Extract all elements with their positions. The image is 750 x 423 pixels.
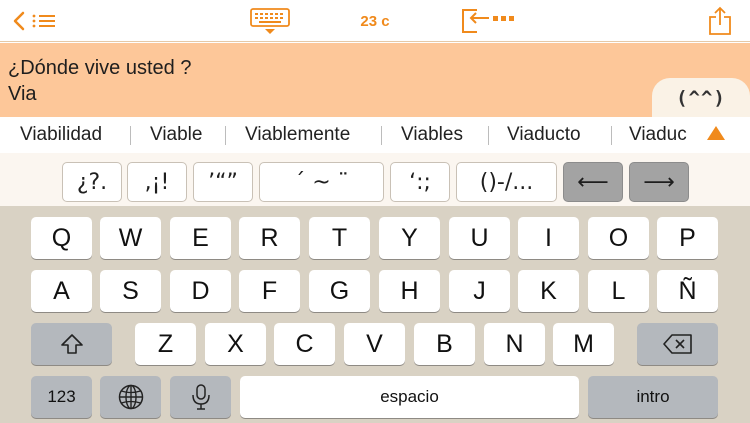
keyboard-hide-button[interactable] <box>248 0 292 42</box>
cursor-right-button[interactable]: ⟶ <box>629 162 689 202</box>
suggestion-item[interactable]: Viabilidad <box>20 117 102 153</box>
key-o[interactable]: O <box>588 217 649 259</box>
key-e[interactable]: E <box>170 217 231 259</box>
character-count: 23 c <box>360 12 390 30</box>
key-z[interactable]: Z <box>135 323 196 365</box>
return-key[interactable]: intro <box>588 376 718 418</box>
numbers-key[interactable]: 123 <box>31 376 92 418</box>
key-a[interactable]: A <box>31 270 92 312</box>
insert-arrow-icon <box>462 9 514 33</box>
key-d[interactable]: D <box>170 270 231 312</box>
punct-key-question[interactable]: ¿?. <box>62 162 122 202</box>
key-x[interactable]: X <box>205 323 266 365</box>
suggestion-item[interactable]: Viablemente <box>245 117 350 153</box>
punct-key-colon[interactable]: ‘:; <box>390 162 450 202</box>
suggestion-item[interactable]: Viables <box>401 117 463 153</box>
suggestion-item[interactable]: Viable <box>150 117 202 153</box>
key-b[interactable]: B <box>414 323 475 365</box>
globe-key[interactable] <box>100 376 161 418</box>
share-button[interactable] <box>700 0 740 42</box>
key-m[interactable]: M <box>553 323 614 365</box>
key-n-tilde[interactable]: Ñ <box>657 270 718 312</box>
key-y[interactable]: Y <box>379 217 440 259</box>
key-t[interactable]: T <box>309 217 370 259</box>
microphone-icon <box>191 384 210 410</box>
shift-arrow-icon <box>60 334 83 354</box>
divider <box>225 126 226 145</box>
key-u[interactable]: U <box>449 217 510 259</box>
space-bar[interactable]: espacio <box>240 376 579 418</box>
key-v[interactable]: V <box>344 323 405 365</box>
key-s[interactable]: S <box>100 270 161 312</box>
punct-key-symbols[interactable]: ()-/... <box>456 162 557 202</box>
key-j[interactable]: J <box>449 270 510 312</box>
insert-text-button[interactable] <box>458 0 520 42</box>
punctuation-row: ¿?. ,¡! ’“” ´ ~ ¨ ‘:; ()-/... ⟵ ⟶ <box>0 153 750 206</box>
share-icon <box>709 6 731 35</box>
emoticon-button[interactable]: (^^) <box>652 78 750 118</box>
expand-suggestions-icon[interactable] <box>707 126 725 140</box>
shift-key[interactable] <box>31 323 112 365</box>
divider <box>488 126 489 145</box>
delete-backward-icon <box>662 334 692 354</box>
key-w[interactable]: W <box>100 217 161 259</box>
backspace-key[interactable] <box>637 323 718 365</box>
key-q[interactable]: Q <box>31 217 92 259</box>
dictation-key[interactable] <box>170 376 231 418</box>
key-i[interactable]: I <box>518 217 579 259</box>
keyboard-dismiss-icon <box>250 8 290 34</box>
globe-icon <box>118 384 143 410</box>
suggestion-bar: Viabilidad Viable Viablemente Viables Vi… <box>0 117 750 153</box>
key-n[interactable]: N <box>484 323 545 365</box>
keyboard: Q W E R T Y U I O P A S D F G H J K L Ñ … <box>0 206 750 423</box>
key-k[interactable]: K <box>518 270 579 312</box>
key-c[interactable]: C <box>274 323 335 365</box>
key-f[interactable]: F <box>239 270 300 312</box>
key-l[interactable]: L <box>588 270 649 312</box>
back-list-icon <box>13 11 55 31</box>
suggestion-item[interactable]: Viaducto <box>507 117 581 153</box>
key-h[interactable]: H <box>379 270 440 312</box>
key-g[interactable]: G <box>309 270 370 312</box>
top-toolbar: 23 c <box>0 0 750 42</box>
text-line-2: Via <box>8 83 37 105</box>
punct-key-quotes[interactable]: ’“” <box>193 162 253 202</box>
key-p[interactable]: P <box>657 217 718 259</box>
text-editor[interactable]: ¿Dónde vive usted ? Via <box>0 43 750 117</box>
punct-key-accents[interactable]: ´ ~ ¨ <box>259 162 384 202</box>
cursor-left-button[interactable]: ⟵ <box>563 162 623 202</box>
key-r[interactable]: R <box>239 217 300 259</box>
divider <box>381 126 382 145</box>
divider <box>130 126 131 145</box>
suggestion-item[interactable]: Viaduc <box>629 117 687 153</box>
punct-key-exclaim[interactable]: ,¡! <box>127 162 187 202</box>
text-line-1: ¿Dónde vive usted ? <box>8 57 192 79</box>
divider <box>611 126 612 145</box>
back-menu-button[interactable] <box>8 0 72 42</box>
